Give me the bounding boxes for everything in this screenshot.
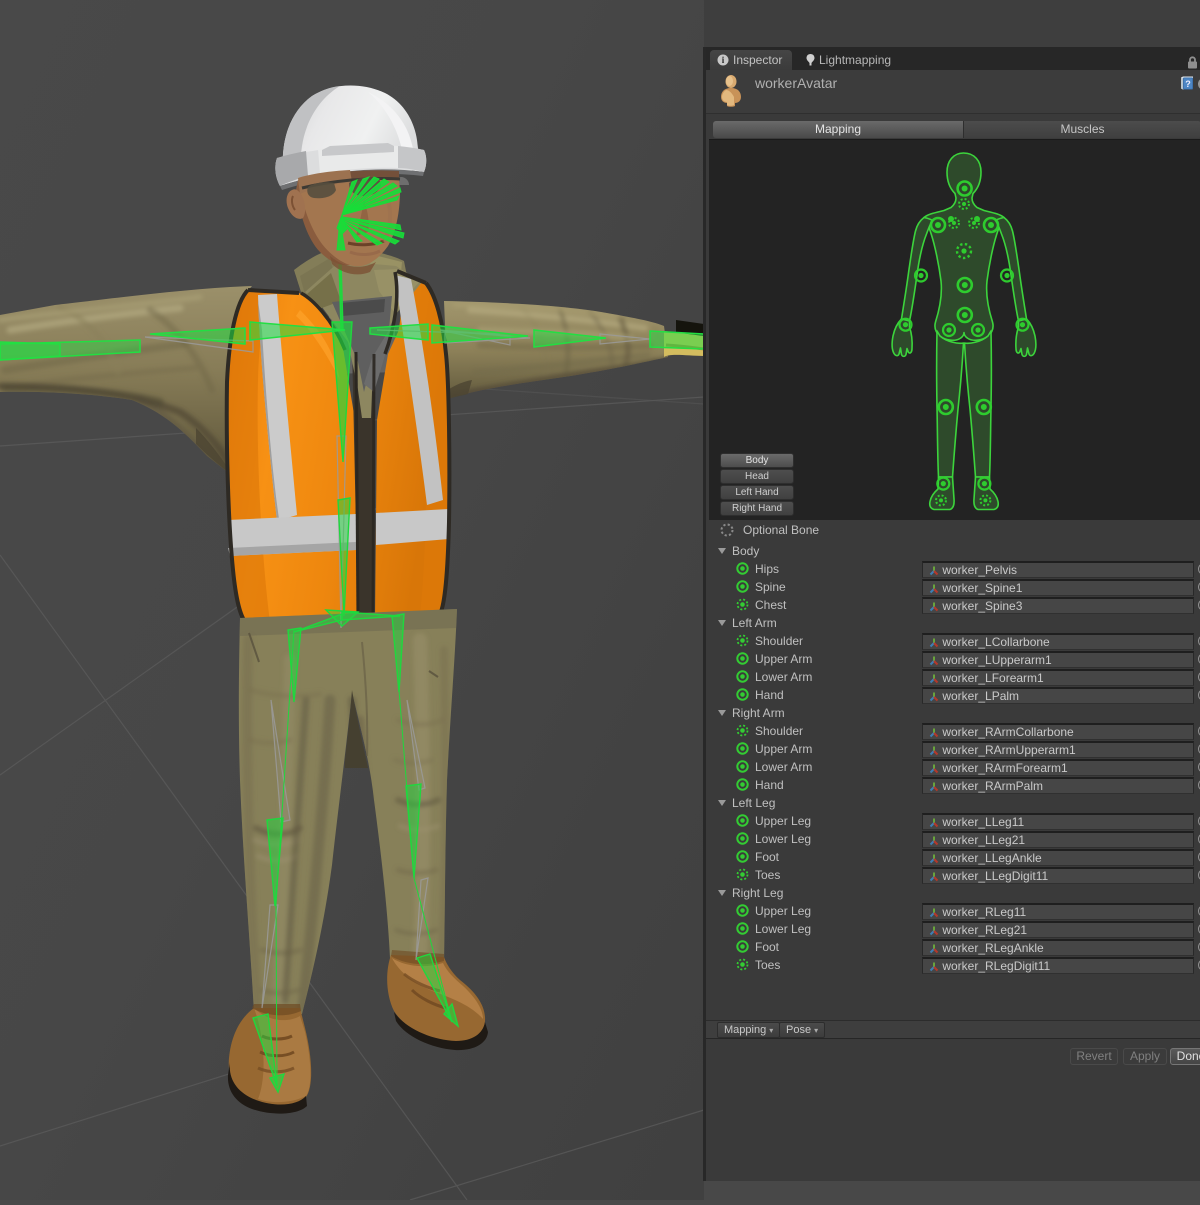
svg-text:?: ? bbox=[1185, 79, 1191, 89]
